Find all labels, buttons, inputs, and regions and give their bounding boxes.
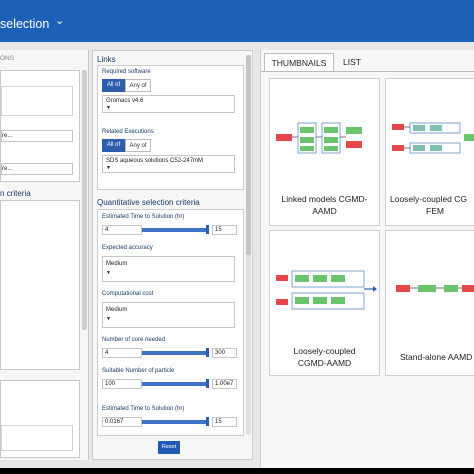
core-needed-label: Number of core needed (102, 337, 166, 343)
card-title-line1: Loosely-coupled (293, 346, 356, 356)
tab-list[interactable]: LIST (336, 53, 368, 71)
core-needed-max-input[interactable]: 300 (212, 348, 237, 358)
required-software-all-of[interactable]: All of (102, 79, 125, 92)
related-executions-any-of[interactable]: Any of (125, 139, 151, 152)
workflow-card-loosely-coupled-cgmd-aamd[interactable]: Loosely-coupled CGMD-AAMD (269, 230, 380, 376)
card-title-line2: AAMD (312, 206, 337, 216)
left-field-2-text: re... (2, 166, 13, 172)
left-bottom-box (0, 380, 80, 458)
left-bottom-input[interactable] (1, 425, 73, 451)
core-needed-slider-thumb[interactable] (206, 348, 209, 357)
core-needed-slider-fill (142, 351, 208, 355)
required-software-value: Gromacs v4.6 (106, 98, 144, 104)
workflow-diagram (276, 122, 362, 154)
computational-cost-value: Medium (106, 307, 128, 313)
particles-slider[interactable] (142, 382, 208, 386)
est-time-slider[interactable] (142, 228, 208, 232)
middle-scrollbar-thumb[interactable] (246, 55, 251, 255)
card-title-line2: FEM (426, 206, 444, 216)
left-filter-box: re... re... (0, 70, 80, 182)
right-panel: THUMBNAILS LIST Linked models CGMD- AAMD… (260, 50, 474, 468)
workflow-card-linked-cgmd-aamd[interactable]: Linked models CGMD- AAMD (269, 78, 380, 226)
links-title: Links (97, 55, 116, 64)
particles-slider-thumb[interactable] (206, 379, 209, 388)
middle-panel: Links Required software All of Any of Gr… (92, 50, 253, 460)
est-time-max-input[interactable]: 15 (212, 225, 237, 235)
chevron-down-icon[interactable]: ⌄ (55, 14, 64, 27)
left-panel-header: ONS (0, 55, 15, 62)
left-field-2[interactable]: re... (1, 163, 73, 175)
workflow-card-stand-alone-aamd[interactable]: Stand-alone AAMD (385, 230, 474, 376)
quantitative-title: Quantitative selection criteria (97, 198, 200, 207)
related-executions-label: Related Executions (102, 129, 154, 135)
est-time-2-max-input[interactable]: 15 (212, 417, 237, 427)
expected-accuracy-select[interactable]: Medium ▼ (102, 256, 235, 282)
computational-cost-label: Computational cost (102, 291, 154, 297)
computational-cost-select[interactable]: Medium ▼ (102, 302, 235, 328)
links-group: Required software All of Any of Gromacs … (97, 65, 244, 190)
workflow-diagram (392, 122, 474, 154)
est-time-2-label: Estimated Time to Solution (hr) (102, 406, 185, 412)
related-executions-select[interactable]: SDS aqueous solutions C52-247mM ▼ (102, 155, 235, 173)
required-software-label: Required software (102, 69, 151, 75)
left-criteria-box (0, 200, 80, 370)
core-needed-slider[interactable] (142, 351, 208, 355)
tab-thumbnails[interactable]: THUMBNAILS (264, 53, 334, 71)
top-bar: selection ⌄ (0, 0, 474, 42)
core-needed-min-input[interactable]: 4 (102, 348, 142, 358)
page-title: selection (0, 17, 50, 31)
particles-label: Suitable Number of particle (102, 368, 175, 374)
left-panel: ONS re... re... n criteria (0, 50, 89, 460)
card-title-line2: CGMD-AAMD (297, 358, 352, 368)
caret-down-icon: ▼ (106, 270, 111, 276)
card-title-line1: Stand-alone AAMD (400, 352, 473, 362)
left-field-1[interactable]: re... (1, 130, 73, 142)
expected-accuracy-label: Expected accuracy (102, 245, 153, 251)
middle-scrollbar-track[interactable] (246, 55, 251, 435)
particles-max-input[interactable]: 1.00e7 (212, 379, 237, 389)
card-title-line1: Loosely-coupled CG (390, 194, 468, 204)
required-software-any-of[interactable]: Any of (125, 79, 151, 92)
workflow-diagram (396, 285, 474, 292)
required-software-select[interactable]: Gromacs v4.6 ▼ (102, 95, 235, 113)
reset-button[interactable]: Reset (158, 441, 180, 454)
left-field-1-text: re... (2, 133, 13, 139)
caret-down-icon: ▼ (106, 316, 111, 322)
expected-accuracy-value: Medium (106, 261, 128, 267)
est-time-slider-fill (142, 228, 208, 232)
left-list-box (1, 86, 73, 116)
left-scrollbar[interactable] (82, 70, 87, 330)
est-time-2-min-input[interactable]: 0.0167 (102, 417, 142, 427)
particles-min-input[interactable]: 100 (102, 379, 142, 389)
particles-slider-fill (142, 382, 208, 386)
est-time-slider-thumb[interactable] (206, 225, 209, 234)
quantitative-group: Estimated Time to Solution (hr) 4 15 Exp… (97, 209, 244, 436)
app-window: selection ⌄ ONS re... re... n criteria L… (0, 0, 474, 468)
tab-divider (261, 71, 474, 72)
est-time-2-slider[interactable] (142, 420, 208, 424)
est-time-min-input[interactable]: 4 (102, 225, 142, 235)
caret-down-icon: ▼ (106, 165, 111, 171)
est-time-label: Estimated Time to Solution (hr) (102, 214, 185, 220)
workflow-card-loosely-coupled-cg-fem[interactable]: Loosely-coupled CG FEM (385, 78, 474, 226)
card-title-line1: Linked models CGMD- (281, 194, 368, 204)
left-criteria-label: n criteria (0, 189, 31, 198)
workflow-diagram (276, 270, 377, 310)
est-time-2-slider-fill (142, 420, 208, 424)
related-executions-value: SDS aqueous solutions C52-247mM (106, 158, 204, 164)
related-executions-all-of[interactable]: All of (102, 139, 125, 152)
caret-down-icon: ▼ (106, 105, 111, 111)
est-time-2-slider-thumb[interactable] (206, 417, 209, 426)
